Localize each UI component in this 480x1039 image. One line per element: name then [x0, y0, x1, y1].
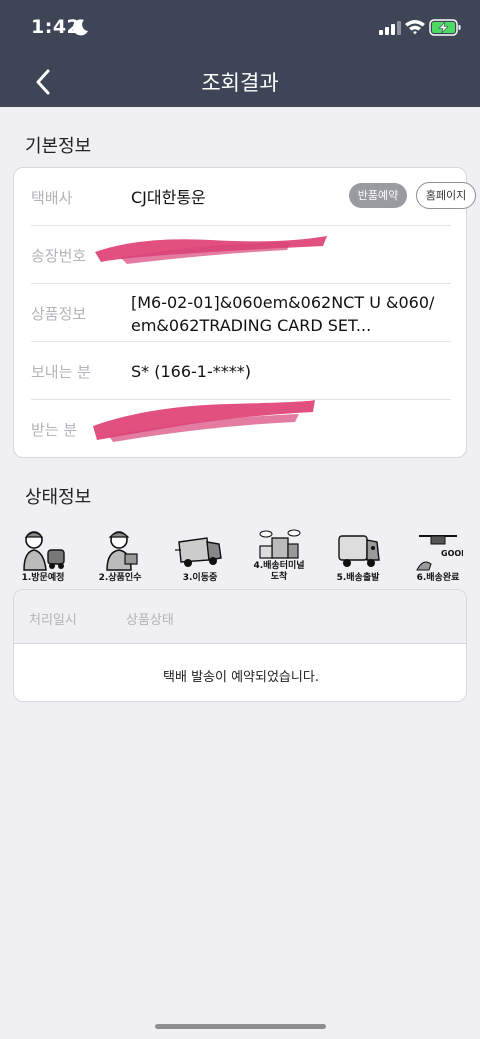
basic-info-title: 기본정보	[25, 136, 92, 157]
receiver-row: 받는 분	[31, 400, 451, 458]
product-row: 상품정보 [M6-02-01]&060em&062NCT U &060/ em&…	[31, 284, 451, 342]
svg-text:GOOD: GOOD	[441, 549, 463, 558]
redaction-scribble	[93, 400, 315, 442]
drone-good-icon: GOOD	[416, 535, 463, 571]
basic-info-card: 택배사 CJ대한통운 반품예약 홈페이지 송장번호 상품정보 [M6-02-01…	[13, 167, 476, 458]
page-title: 조회결과	[201, 71, 279, 95]
status-info-title: 상태정보	[25, 487, 92, 508]
step-departure: 5.배송출발	[328, 528, 388, 584]
delivery-truck-icon	[338, 535, 380, 567]
step-visit: 1.방문예정	[13, 528, 73, 584]
receiver-label: 받는 분	[31, 421, 78, 439]
homepage-button[interactable]: 홈페이지	[416, 182, 476, 209]
courier-visit-icon	[23, 531, 65, 571]
sender-value: S* (166-1-****)	[131, 362, 251, 381]
status-table: 처리일시 상품상태 택배 발송이 예약되었습니다.	[13, 589, 467, 702]
step-pickup: 2.상품인수	[90, 528, 150, 584]
home-indicator[interactable]	[155, 1024, 326, 1029]
step-label: 5.배송출발	[336, 573, 380, 583]
top-bar: 1:42 조회결과	[0, 0, 480, 107]
sender-row: 보내는 분 S* (166-1-****)	[31, 342, 451, 400]
step-label: 6.배송완료	[416, 573, 460, 583]
column-processed-time: 처리일시	[29, 613, 77, 628]
sender-label: 보내는 분	[31, 363, 91, 381]
return-reservation-button[interactable]: 반품예약	[349, 183, 407, 208]
step-complete: GOOD 6.배송완료	[408, 528, 468, 584]
cellular-signal-icon	[379, 21, 401, 35]
wifi-icon	[405, 20, 425, 35]
moon-icon	[72, 19, 88, 36]
courier-pickup-icon	[106, 531, 138, 571]
courier-label: 택배사	[31, 189, 73, 207]
step-terminal: 4.배송터미널 도착	[249, 528, 309, 583]
status-table-header: 처리일시 상품상태	[14, 590, 466, 644]
step-label: 2.상품인수	[98, 573, 142, 583]
step-label: 1.방문예정	[21, 573, 65, 583]
step-label: 4.배송터미널 도착	[253, 561, 305, 582]
courier-row: 택배사 CJ대한통운 반품예약 홈페이지	[31, 168, 476, 226]
product-value: [M6-02-01]&060em&062NCT U &060/ em&062TR…	[131, 293, 435, 335]
tracking-row: 송장번호	[31, 226, 451, 284]
column-product-state: 상품상태	[126, 613, 174, 628]
redaction-scribble	[95, 236, 327, 264]
tracking-label: 송장번호	[31, 247, 87, 265]
battery-charging-icon	[429, 19, 461, 36]
terminal-building-icon	[259, 529, 301, 559]
product-label: 상품정보	[31, 305, 87, 323]
step-label: 3.이동중	[182, 573, 218, 583]
step-moving: 3.이동중	[170, 528, 230, 584]
status-message: 택배 발송이 예약되었습니다.	[163, 670, 319, 685]
courier-value: CJ대한통운	[131, 188, 206, 207]
truck-moving-icon	[175, 537, 222, 567]
delivery-steps: 1.방문예정 2.상품인수 3.이동중 4.배송터미널 도착 5.배송출발 GO…	[0, 528, 480, 588]
